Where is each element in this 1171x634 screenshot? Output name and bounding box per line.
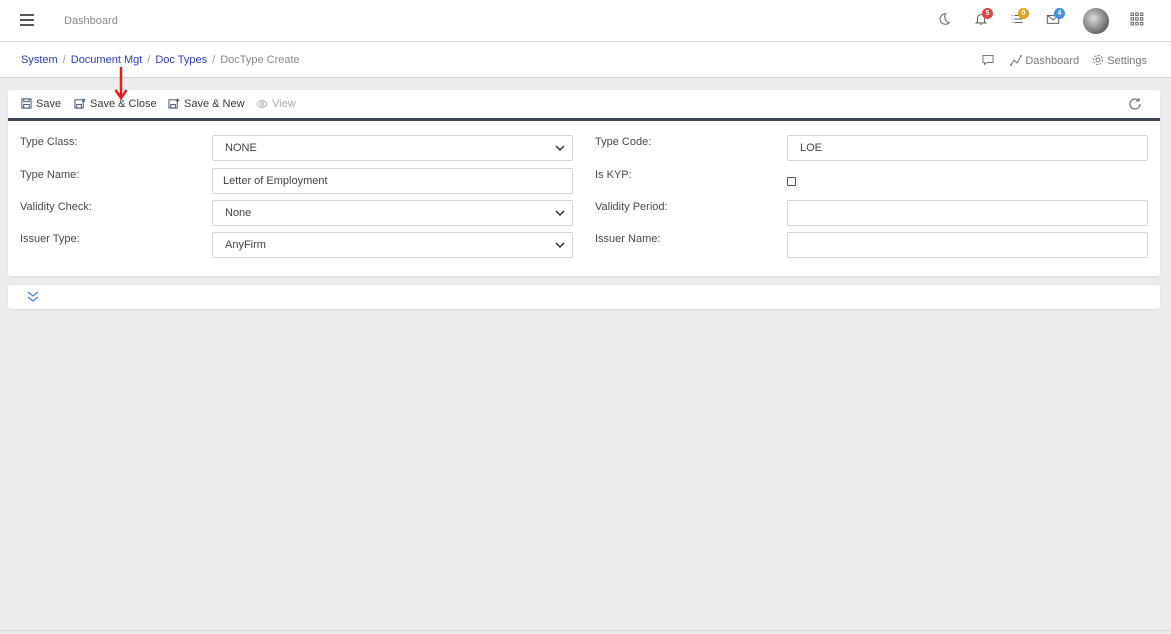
breadcrumb-current: DocType Create xyxy=(220,54,300,66)
issuer-name-input[interactable] xyxy=(787,232,1148,258)
form-row-2: Type Name: Letter of Employment Is KYP: xyxy=(8,168,1160,194)
dashboard-chart-icon xyxy=(1010,55,1023,66)
dashboard-link-label: Dashboard xyxy=(1025,55,1080,67)
eye-icon xyxy=(256,99,268,109)
validity-check-label: Validity Check: xyxy=(20,201,92,213)
breadcrumb-system[interactable]: System xyxy=(21,54,58,66)
issuer-type-value: AnyFirm xyxy=(225,239,266,251)
tasks-badge: 0 xyxy=(1018,8,1029,19)
breadcrumb-separator: / xyxy=(62,54,66,66)
form-toolbar: Save Save & Close Save & New View xyxy=(8,90,1160,121)
is-kyp-checkbox[interactable] xyxy=(787,177,796,186)
view-button[interactable]: View xyxy=(256,98,296,110)
save-and-new-button[interactable]: Save & New xyxy=(168,98,245,110)
breadcrumb: System / Document Mgt / Doc Types / DocType Cr… xyxy=(21,54,300,66)
type-class-label: Type Class: xyxy=(20,136,78,148)
save-button[interactable]: Save xyxy=(21,98,61,110)
dashboard-link[interactable]: Dashboard xyxy=(1010,54,1079,67)
form-row-1: Type Class: NONE Type Code: LOE xyxy=(8,135,1160,161)
validity-check-value: None xyxy=(225,207,252,219)
notifications-badge: 5 xyxy=(982,8,993,19)
type-code-input[interactable]: LOE xyxy=(787,135,1148,161)
validity-period-input[interactable] xyxy=(787,200,1148,226)
save-new-icon xyxy=(168,98,180,109)
save-and-new-label: Save & New xyxy=(184,98,245,110)
chevron-down-icon xyxy=(555,145,565,152)
issuer-type-select[interactable]: AnyFirm xyxy=(212,232,573,258)
settings-link-label: Settings xyxy=(1107,55,1147,67)
type-code-label: Type Code: xyxy=(595,136,652,148)
breadcrumb-document-mgt[interactable]: Document Mgt xyxy=(71,54,143,66)
view-button-label: View xyxy=(272,98,296,110)
chevron-down-icon xyxy=(555,210,565,217)
type-name-value: Letter of Employment xyxy=(223,175,328,187)
issuer-name-label: Issuer Name: xyxy=(595,233,661,245)
dark-mode-moon-icon[interactable] xyxy=(937,12,955,30)
gear-icon xyxy=(1093,55,1104,65)
validity-check-select[interactable]: None xyxy=(212,200,573,226)
type-class-value: NONE xyxy=(225,142,257,154)
floppy-disk-icon xyxy=(21,98,32,109)
breadcrumb-doc-types[interactable]: Doc Types xyxy=(155,54,207,66)
type-name-label: Type Name: xyxy=(20,169,80,181)
save-button-label: Save xyxy=(36,98,62,110)
apps-grid-icon[interactable] xyxy=(1130,12,1148,30)
bottom-divider xyxy=(0,630,1171,631)
type-class-select[interactable]: NONE xyxy=(212,135,573,161)
type-code-value: LOE xyxy=(800,142,823,154)
chevron-down-icon xyxy=(555,242,565,249)
breadcrumb-separator: / xyxy=(147,54,151,66)
notifications-bell-icon[interactable]: 5 xyxy=(974,8,993,30)
top-bar: Dashboard 5 0 4 xyxy=(0,0,1171,42)
messages-badge: 4 xyxy=(1054,8,1065,19)
annotation-arrow-icon xyxy=(114,67,128,101)
form-row-4: Issuer Type: AnyFirm Issuer Name: xyxy=(8,232,1160,258)
is-kyp-label: Is KYP: xyxy=(595,169,632,181)
breadcrumb-separator: / xyxy=(212,54,216,66)
refresh-icon[interactable] xyxy=(1128,97,1142,111)
double-chevron-down-icon[interactable] xyxy=(26,290,40,307)
hamburger-menu-icon[interactable] xyxy=(20,14,34,26)
type-name-input[interactable]: Letter of Employment xyxy=(212,168,573,194)
tasks-list-icon[interactable]: 0 xyxy=(1010,8,1029,30)
chat-icon[interactable] xyxy=(982,54,997,67)
issuer-type-label: Issuer Type: xyxy=(20,233,80,245)
doctype-form-card: Save Save & Close Save & New View Type C… xyxy=(8,90,1160,276)
validity-period-label: Validity Period: xyxy=(595,201,668,213)
form-row-3: Validity Check: None Validity Period: xyxy=(8,200,1160,226)
save-close-icon xyxy=(74,98,86,109)
messages-envelope-icon[interactable]: 4 xyxy=(1046,8,1065,30)
breadcrumb-actions: Dashboard Settings xyxy=(972,54,1147,67)
user-avatar[interactable] xyxy=(1083,8,1109,34)
collapsed-section-card xyxy=(8,285,1160,309)
top-title: Dashboard xyxy=(64,15,118,27)
breadcrumb-bar: System / Document Mgt / Doc Types / DocType Cr… xyxy=(0,42,1171,78)
settings-link[interactable]: Settings xyxy=(1092,54,1147,67)
